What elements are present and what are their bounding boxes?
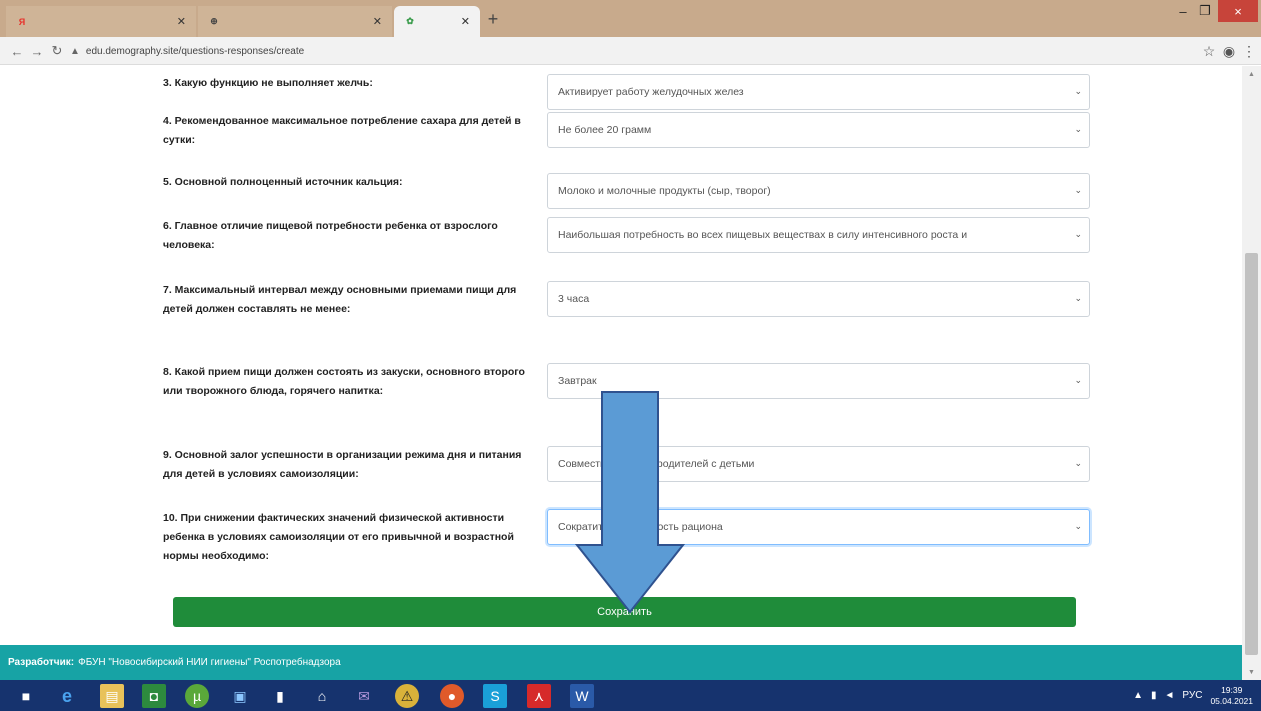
forward-icon[interactable]: →: [28, 42, 46, 60]
game-icon[interactable]: ⚠: [395, 684, 419, 708]
file-icon[interactable]: ▮: [268, 684, 292, 708]
clock[interactable]: 19:39 05.04.2021: [1210, 685, 1253, 707]
tray-arrow-icon[interactable]: ▲: [1133, 690, 1143, 701]
utorrent-icon[interactable]: µ: [185, 684, 209, 708]
mail-icon[interactable]: ✉: [352, 684, 376, 708]
new-tab-button[interactable]: +: [482, 8, 504, 30]
close-icon[interactable]: ✕: [373, 15, 382, 28]
chevron-down-icon: ⌄: [1074, 229, 1082, 239]
question-label: 7. Максимальный интервал между основными…: [163, 284, 517, 315]
warning-icon: ▲: [70, 45, 80, 57]
chevron-down-icon: ⌄: [1074, 293, 1082, 303]
yandex-icon: Я: [18, 16, 26, 27]
question-label: 5. Основной полноценный источник кальция…: [163, 176, 403, 188]
question-label: 6. Главное отличие пищевой потребности р…: [163, 220, 498, 251]
skype-icon[interactable]: S: [483, 684, 507, 708]
answer-value: 3 часа: [558, 293, 590, 305]
url-text: edu.demography.site/questions-responses/…: [85, 45, 305, 57]
globe-icon: ⊕: [210, 16, 218, 26]
chevron-down-icon: ⌄: [1074, 124, 1082, 134]
down-arrow-annotation: [575, 391, 685, 614]
clock-date: 05.04.2021: [1210, 695, 1253, 706]
clock-time: 19:39: [1221, 684, 1243, 695]
language-indicator[interactable]: РУС: [1182, 690, 1202, 701]
acrobat-icon[interactable]: ⋏: [527, 684, 551, 708]
close-window-button[interactable]: ×: [1218, 0, 1258, 22]
reload-icon[interactable]: ↻: [48, 42, 66, 60]
chevron-down-icon: ⌄: [1074, 185, 1082, 195]
volume-icon[interactable]: ◄: [1165, 690, 1175, 701]
answer-select[interactable]: Наибольшая потребность во всех пищевых в…: [547, 217, 1090, 253]
question-label: 9. Основной залог успешности в организац…: [163, 449, 522, 480]
close-icon[interactable]: ✕: [177, 15, 186, 28]
question-label: 8. Какой прием пищи должен состоять из з…: [163, 366, 525, 397]
store-icon[interactable]: ◘: [142, 684, 166, 708]
chevron-down-icon: ⌄: [1074, 86, 1082, 96]
minimize-button[interactable]: –: [1172, 0, 1194, 22]
vertical-scrollbar[interactable]: ▲ ▼: [1242, 66, 1261, 680]
network-icon[interactable]: ▮: [1151, 690, 1157, 701]
scroll-up-icon[interactable]: ▲: [1242, 66, 1261, 82]
word-icon[interactable]: W: [570, 684, 594, 708]
answer-value: Активирует работу желудочных желез: [558, 86, 744, 98]
page-content: 3. Какую функцию не выполняет желчь: Акт…: [0, 66, 1242, 645]
scroll-down-icon[interactable]: ▼: [1242, 664, 1261, 680]
answer-select[interactable]: Активирует работу желудочных желез ⌄: [547, 74, 1090, 110]
monitor-icon[interactable]: ▣: [228, 684, 252, 708]
answer-value: Не более 20 грамм: [558, 124, 652, 136]
menu-icon[interactable]: ⋮: [1240, 42, 1258, 60]
tab-second[interactable]: ⊕ ✕: [198, 6, 392, 37]
chevron-down-icon: ⌄: [1074, 375, 1082, 385]
address-bar: ← → ↻ ▲ edu.demography.site/questions-re…: [0, 37, 1261, 65]
developer-label: Разработчик:: [8, 657, 75, 668]
star-icon[interactable]: ☆: [1200, 42, 1218, 60]
tab-yandex[interactable]: Я ✕: [6, 6, 196, 37]
explorer-icon[interactable]: ▤: [100, 684, 124, 708]
maximize-button[interactable]: ❐: [1194, 0, 1216, 22]
chrome-icon[interactable]: ●: [440, 684, 464, 708]
answer-select[interactable]: Молоко и молочные продукты (сыр, творог)…: [547, 173, 1090, 209]
answer-select[interactable]: 3 часа ⌄: [547, 281, 1090, 317]
windows-logo-icon[interactable]: ■: [14, 684, 38, 708]
answer-select[interactable]: Не более 20 грамм ⌄: [547, 112, 1090, 148]
answer-value: Молоко и молочные продукты (сыр, творог): [558, 185, 771, 197]
chevron-down-icon: ⌄: [1074, 521, 1082, 531]
tab-active[interactable]: ✿ ✕: [394, 6, 480, 37]
url-field[interactable]: ▲ edu.demography.site/questions-response…: [70, 41, 1165, 61]
page-footer: Разработчик: ФБУН "Новосибирский НИИ гиг…: [0, 645, 1242, 680]
site-icon: ✿: [406, 16, 414, 26]
question-label: 3. Какую функцию не выполняет желчь:: [163, 77, 373, 89]
windows-taskbar: ■ e ▤ ◘ µ ▣ ▮ ⌂ ✉ ⚠ ● S ⋏ W ▲ ▮ ◄ РУС 19…: [0, 680, 1261, 711]
answer-value: Наибольшая потребность во всех пищевых в…: [558, 229, 968, 241]
browser-tab-strip: Я ✕ ⊕ ✕ ✿ ✕ + – ❐ ×: [0, 0, 1261, 37]
back-icon[interactable]: ←: [8, 42, 26, 60]
profile-icon[interactable]: ◉: [1220, 42, 1238, 60]
close-icon[interactable]: ✕: [461, 15, 470, 28]
question-label: 4. Рекомендованное максимальное потребле…: [163, 115, 521, 146]
answer-value: Завтрак: [558, 375, 597, 387]
chevron-down-icon: ⌄: [1074, 458, 1082, 468]
scrollbar-thumb[interactable]: [1245, 253, 1258, 655]
ie-icon[interactable]: e: [55, 684, 79, 708]
developer-name: ФБУН "Новосибирский НИИ гигиены" Роспотр…: [78, 657, 341, 668]
question-label: 10. При снижении фактических значений фи…: [163, 512, 514, 562]
home-icon[interactable]: ⌂: [310, 684, 334, 708]
system-tray: ▲ ▮ ◄ РУС 19:39 05.04.2021: [1133, 680, 1253, 711]
